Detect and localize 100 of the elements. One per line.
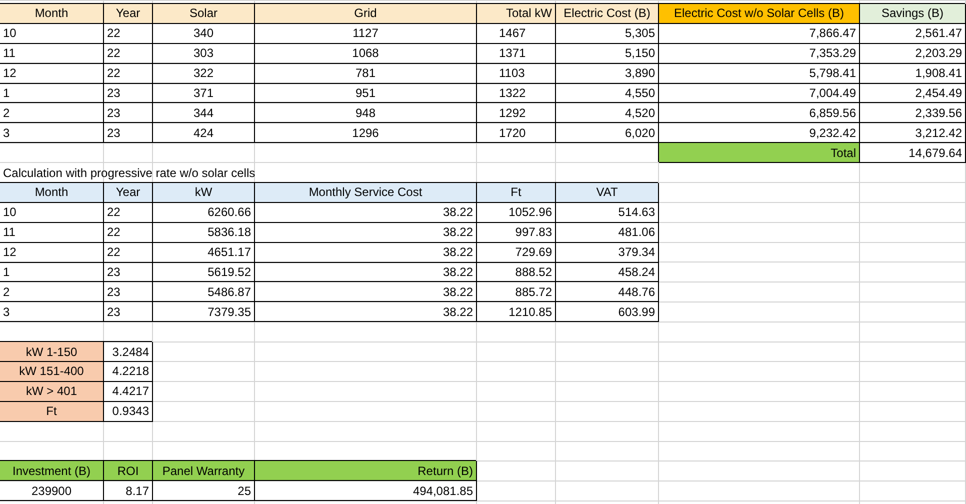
column-header: ROI	[104, 461, 153, 482]
table-cell: 22	[104, 64, 153, 84]
column-header: Panel Warranty	[153, 461, 255, 482]
column-header: Ft	[477, 183, 556, 203]
table-cell: 7,866.47	[659, 24, 860, 44]
table-cell: 603.99	[556, 302, 659, 322]
table-cell: 1210.85	[477, 302, 556, 322]
rate-label: kW 151-400	[0, 362, 104, 382]
column-header: Return (B)	[255, 461, 477, 482]
table-cell: 885.72	[477, 282, 556, 302]
table-cell: 7,353.29	[659, 44, 860, 64]
table-cell: 2,203.29	[860, 44, 966, 64]
table-cell: 1296	[255, 123, 477, 144]
table-cell: 5,150	[556, 44, 659, 64]
column-header: Month	[0, 183, 104, 203]
table-cell: 4,520	[556, 103, 659, 124]
table-cell: 38.22	[255, 222, 477, 243]
table-cell: 23	[104, 262, 153, 282]
table-cell: 23	[104, 84, 153, 104]
table-cell: 22	[104, 202, 153, 223]
table-cell: 2,454.49	[860, 84, 966, 104]
table-cell: 12	[0, 242, 104, 263]
column-header: Total kW	[477, 4, 556, 24]
table-cell: 888.52	[477, 262, 556, 282]
table-cell: 481.06	[556, 222, 659, 243]
table-cell: 1,908.41	[860, 64, 966, 84]
rate-label: kW 1-150	[0, 342, 104, 362]
table-cell: 10	[0, 24, 104, 44]
rate-value: 4.4217	[104, 382, 153, 402]
table-cell: 1467	[477, 24, 556, 44]
table-cell: 458.24	[556, 262, 659, 282]
column-header: Month	[0, 4, 104, 24]
table-cell: 5,305	[556, 24, 659, 44]
table-cell: 38.22	[255, 282, 477, 302]
table-cell: 5,798.41	[659, 64, 860, 84]
table-cell: 1292	[477, 103, 556, 124]
table-cell: 7,004.49	[659, 84, 860, 104]
table-cell: 239900	[0, 481, 104, 502]
table-cell: 22	[104, 222, 153, 243]
table-cell: 38.22	[255, 262, 477, 282]
column-header: Electric Cost w/o Solar Cells (B)	[659, 4, 860, 24]
rate-value: 4.2218	[104, 362, 153, 382]
column-header: Year	[104, 183, 153, 203]
table-cell: 3,212.42	[860, 123, 966, 144]
table-cell: 10	[0, 202, 104, 223]
table-cell: 5486.87	[153, 282, 255, 302]
table-cell: 5619.52	[153, 262, 255, 282]
table-cell: 1103	[477, 64, 556, 84]
table-cell: 12	[0, 64, 104, 84]
table-cell: 494,081.85	[255, 481, 477, 502]
total-label: Total	[659, 143, 860, 164]
table-cell: 6,020	[556, 123, 659, 144]
table-cell: 781	[255, 64, 477, 84]
table-cell: 340	[153, 24, 255, 44]
table-cell: 1127	[255, 24, 477, 44]
table-cell: 8.17	[104, 481, 153, 502]
table-cell: 371	[153, 84, 255, 104]
table-cell: 2	[0, 103, 104, 124]
column-header: Electric Cost (B)	[556, 4, 659, 24]
table-cell: 22	[104, 242, 153, 263]
rate-value: 3.2484	[104, 342, 153, 362]
table-cell: 379.34	[556, 242, 659, 263]
table-cell: 23	[104, 282, 153, 302]
table-cell: 11	[0, 44, 104, 64]
table-cell: 6,859.56	[659, 103, 860, 124]
table-cell: 1720	[477, 123, 556, 144]
table-cell: 344	[153, 103, 255, 124]
total-value: 14,679.64	[860, 143, 966, 164]
column-header: Monthly Service Cost	[255, 183, 477, 203]
table-cell: 948	[255, 103, 477, 124]
table-cell: 448.76	[556, 282, 659, 302]
table-cell: 23	[104, 123, 153, 144]
table-cell: 23	[104, 302, 153, 322]
column-header: Grid	[255, 4, 477, 24]
table-cell: 514.63	[556, 202, 659, 223]
column-header: kW	[153, 183, 255, 203]
table-cell: 1068	[255, 44, 477, 64]
table-cell: 951	[255, 84, 477, 104]
table-cell: 22	[104, 24, 153, 44]
column-header: VAT	[556, 183, 659, 203]
table-cell: 2,339.56	[860, 103, 966, 124]
table-cell: 25	[153, 481, 255, 502]
table-cell: 23	[104, 103, 153, 124]
table-cell: 303	[153, 44, 255, 64]
rate-label: kW > 401	[0, 382, 104, 402]
table-cell: 997.83	[477, 222, 556, 243]
table-cell: 1052.96	[477, 202, 556, 223]
column-header: Solar	[153, 4, 255, 24]
table-cell: 38.22	[255, 242, 477, 263]
table-cell: 424	[153, 123, 255, 144]
table-cell: 5836.18	[153, 222, 255, 243]
table-cell: 1	[0, 262, 104, 282]
rate-value: 0.9343	[104, 402, 153, 422]
table-cell: 3	[0, 302, 104, 322]
table-cell: 4651.17	[153, 242, 255, 263]
table-cell: 1322	[477, 84, 556, 104]
table-cell: 4,550	[556, 84, 659, 104]
table-cell: 38.22	[255, 202, 477, 223]
table-cell: 6260.66	[153, 202, 255, 223]
table-cell: 3	[0, 123, 104, 144]
